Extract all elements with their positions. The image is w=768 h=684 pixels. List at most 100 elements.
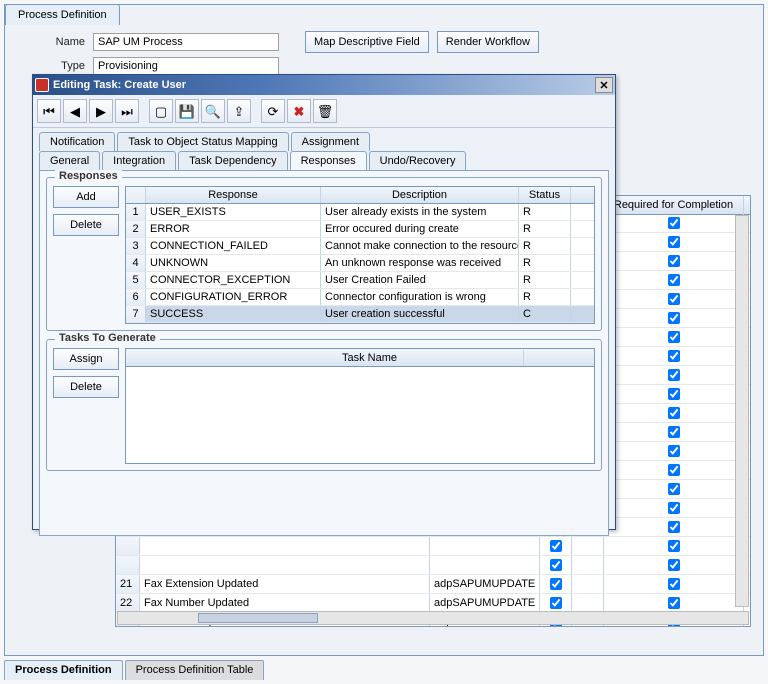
description-cell: User already exists in the system [321, 204, 519, 220]
type-label: Type [15, 60, 85, 72]
required-completion-checkbox[interactable] [668, 388, 680, 400]
tab-task-to-object-status-mapping[interactable]: Task to Object Status Mapping [117, 132, 288, 151]
row-number: 2 [126, 221, 146, 237]
required-completion-checkbox[interactable] [668, 445, 680, 457]
tab-undo-recovery[interactable]: Undo/Recovery [369, 151, 467, 170]
responses-delete-button[interactable]: Delete [53, 214, 119, 236]
status-cell: R [519, 204, 571, 220]
export-icon: ⇪ [234, 105, 245, 118]
responses-header-description[interactable]: Description [321, 187, 519, 203]
checkbox[interactable] [550, 540, 562, 552]
response-row[interactable]: 1USER_EXISTSUser already exists in the s… [126, 204, 594, 221]
tab-responses[interactable]: Responses [290, 151, 367, 170]
save-button[interactable]: 💾 [175, 99, 199, 123]
response-row[interactable]: 5CONNECTOR_EXCEPTIONUser Creation Failed… [126, 272, 594, 289]
map-descriptive-field-button[interactable]: Map Descriptive Field [305, 31, 429, 53]
required-completion-checkbox[interactable] [668, 331, 680, 343]
status-cell: C [519, 306, 571, 322]
type-input[interactable] [93, 57, 279, 75]
tab-integration[interactable]: Integration [102, 151, 176, 170]
response-cell: USER_EXISTS [146, 204, 321, 220]
first-record-button[interactable]: ⏮ [37, 99, 61, 123]
scroll-thumb[interactable] [198, 613, 318, 623]
last-record-button[interactable]: ⏭ [115, 99, 139, 123]
dialog-toolbar: ⏮ ◀ ▶ ⏭ ▢ 💾 🔍 ⇪ ⟳ ✖ 🗑 [33, 95, 615, 128]
table-row[interactable]: 21Fax Extension UpdatedadpSAPUMUPDATE [116, 575, 750, 594]
required-completion-checkbox[interactable] [668, 464, 680, 476]
table-row[interactable] [116, 556, 750, 575]
tab-task-dependency[interactable]: Task Dependency [178, 151, 287, 170]
required-completion-checkbox[interactable] [668, 293, 680, 305]
required-completion-checkbox[interactable] [668, 217, 680, 229]
row-number: 7 [126, 306, 146, 322]
new-button[interactable]: ▢ [149, 99, 173, 123]
response-cell: CONFIGURATION_ERROR [146, 289, 321, 305]
prev-record-button[interactable]: ◀ [63, 99, 87, 123]
adapter-cell: adpSAPUMUPDATE [430, 575, 540, 593]
responses-grid[interactable]: Response Description Status 1USER_EXISTS… [125, 186, 595, 324]
bottom-tab-process-definition-table[interactable]: Process Definition Table [125, 660, 265, 680]
tasks-generate-grid[interactable]: Task Name [125, 348, 595, 464]
row-number: 3 [126, 238, 146, 254]
required-completion-checkbox[interactable] [668, 236, 680, 248]
required-completion-checkbox[interactable] [668, 502, 680, 514]
required-completion-checkbox[interactable] [668, 369, 680, 381]
vertical-scrollbar[interactable] [735, 215, 749, 607]
responses-add-button[interactable]: Add [53, 186, 119, 208]
response-cell: SUCCESS [146, 306, 321, 322]
response-row[interactable]: 3CONNECTION_FAILEDCannot make connection… [126, 238, 594, 255]
row-number: 6 [126, 289, 146, 305]
table-row[interactable] [116, 537, 750, 556]
outer-tab-process-definition[interactable]: Process Definition [5, 4, 120, 25]
export-button[interactable]: ⇪ [227, 99, 251, 123]
required-completion-header[interactable]: Required for Completion [604, 196, 744, 214]
responses-group-title: Responses [55, 170, 122, 182]
refresh-button[interactable]: ⟳ [261, 99, 285, 123]
render-workflow-button[interactable]: Render Workflow [437, 31, 539, 53]
cancel-button[interactable]: ✖ [287, 99, 311, 123]
row-number: 4 [126, 255, 146, 271]
required-completion-checkbox[interactable] [668, 407, 680, 419]
find-button[interactable]: 🔍 [201, 99, 225, 123]
tasks-assign-button[interactable]: Assign [53, 348, 119, 370]
outer-tab-label: Process Definition [18, 9, 107, 21]
tab-general[interactable]: General [39, 151, 100, 170]
required-completion-checkbox[interactable] [668, 521, 680, 533]
checkbox[interactable] [550, 559, 562, 571]
response-row[interactable]: 2ERRORError occured during createR [126, 221, 594, 238]
close-icon[interactable]: ✕ [595, 77, 613, 93]
task-name-cell: Fax Number Updated [140, 594, 430, 612]
required-completion-checkbox[interactable] [668, 350, 680, 362]
required-completion-checkbox[interactable] [668, 559, 680, 571]
required-completion-checkbox[interactable] [668, 274, 680, 286]
responses-header-response[interactable]: Response [146, 187, 321, 203]
required-completion-checkbox[interactable] [668, 540, 680, 552]
trash-icon: 🗑 [317, 105, 334, 118]
checkbox[interactable] [550, 597, 562, 609]
bottom-tab-process-definition[interactable]: Process Definition [4, 660, 123, 680]
tasks-generate-group-title: Tasks To Generate [55, 332, 160, 344]
required-completion-checkbox[interactable] [668, 312, 680, 324]
next-icon: ▶ [96, 105, 106, 118]
response-row[interactable]: 6CONFIGURATION_ERRORConnector configurat… [126, 289, 594, 306]
horizontal-scrollbar[interactable] [117, 611, 749, 625]
required-completion-checkbox[interactable] [668, 426, 680, 438]
dialog-titlebar[interactable]: Editing Task: Create User ✕ [33, 75, 615, 95]
response-cell: CONNECTOR_EXCEPTION [146, 272, 321, 288]
required-completion-checkbox[interactable] [668, 483, 680, 495]
first-icon: ⏮ [43, 105, 55, 118]
required-completion-checkbox[interactable] [668, 597, 680, 609]
response-row[interactable]: 7SUCCESSUser creation successfulC [126, 306, 594, 323]
response-row[interactable]: 4UNKNOWNAn unknown response was received… [126, 255, 594, 272]
tab-assignment[interactable]: Assignment [291, 132, 370, 151]
required-completion-checkbox[interactable] [668, 255, 680, 267]
checkbox[interactable] [550, 578, 562, 590]
next-record-button[interactable]: ▶ [89, 99, 113, 123]
trash-button[interactable]: 🗑 [313, 99, 337, 123]
required-completion-checkbox[interactable] [668, 578, 680, 590]
tasks-generate-header[interactable]: Task Name [216, 350, 524, 366]
name-input[interactable] [93, 33, 279, 51]
responses-header-status[interactable]: Status [519, 187, 571, 203]
tasks-delete-button[interactable]: Delete [53, 376, 119, 398]
tab-notification[interactable]: Notification [39, 132, 115, 151]
